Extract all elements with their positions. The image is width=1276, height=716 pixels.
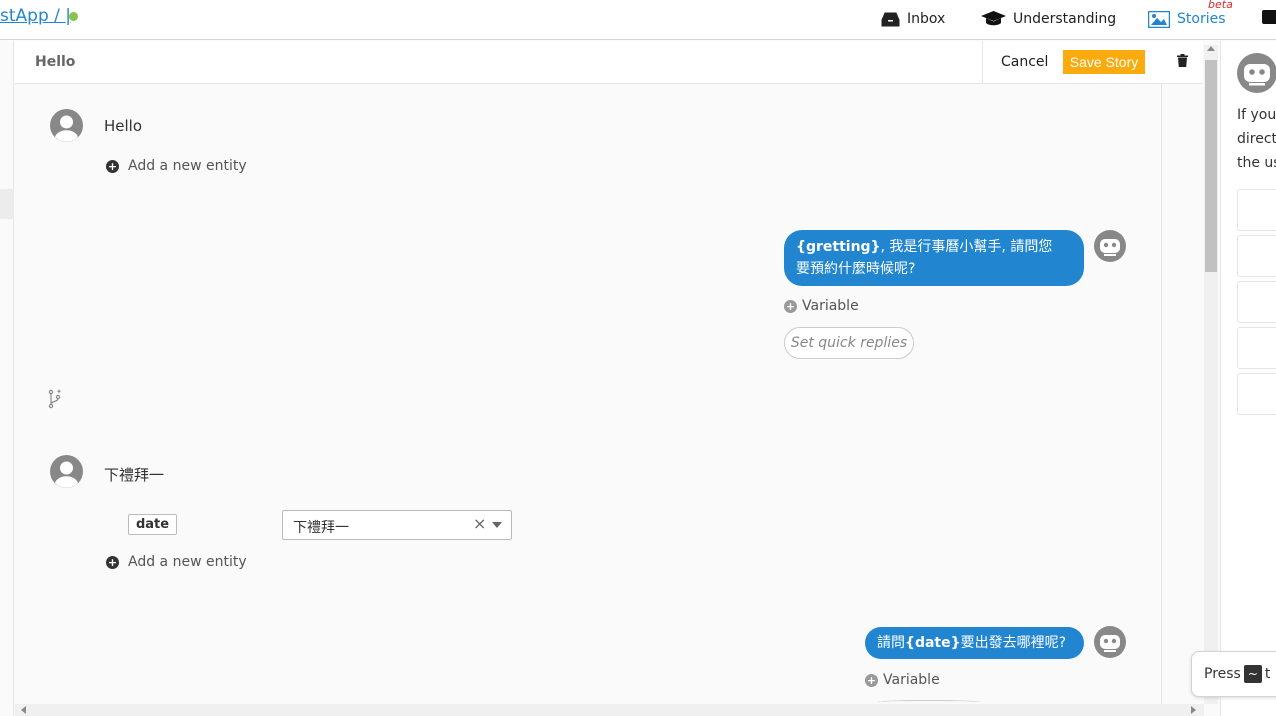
help-line: If your bbox=[1237, 107, 1276, 123]
scroll-right-icon[interactable] bbox=[1191, 706, 1196, 714]
nav-understanding[interactable]: Understanding bbox=[981, 8, 1116, 30]
bot-avatar-icon bbox=[1237, 53, 1276, 93]
plus-circle-icon: + bbox=[784, 299, 797, 313]
chevron-down-icon[interactable] bbox=[492, 522, 502, 528]
add-variable-button[interactable]: + Variable bbox=[784, 298, 859, 314]
variable-label: Variable bbox=[802, 298, 859, 314]
bot-avatar-icon bbox=[1094, 230, 1126, 262]
horizontal-scrollbar[interactable] bbox=[15, 704, 1204, 716]
bot-avatar-icon bbox=[1094, 626, 1126, 658]
entity-value-select[interactable]: 下禮拜一 × bbox=[282, 510, 512, 540]
add-variable-button[interactable]: + Variable bbox=[865, 672, 940, 688]
plus-circle-icon: + bbox=[865, 673, 878, 687]
branch-icon[interactable] bbox=[48, 389, 62, 409]
graduation-cap-icon bbox=[981, 11, 1006, 26]
vertical-scrollbar[interactable] bbox=[1204, 45, 1218, 704]
header-divider bbox=[982, 41, 983, 84]
add-entity-label: Add a new entity bbox=[128, 554, 247, 570]
add-entity-button[interactable]: + Add a new entity bbox=[106, 554, 247, 570]
user-avatar-icon bbox=[50, 109, 83, 142]
cancel-button[interactable]: Cancel bbox=[1001, 54, 1048, 70]
bot-message-bubble[interactable]: 請問{date}要出發去哪裡呢? bbox=[865, 627, 1084, 659]
clear-icon[interactable]: × bbox=[473, 514, 486, 533]
nav-extra-icon[interactable] bbox=[1262, 10, 1276, 24]
bot-message-text-line2: 要預約什麼時候呢? bbox=[796, 261, 916, 277]
entity-name-tag[interactable]: date bbox=[128, 514, 177, 535]
right-option-card[interactable] bbox=[1237, 281, 1276, 323]
right-help-text: If your direct the us bbox=[1237, 103, 1276, 175]
entity-value-text: 下禮拜一 bbox=[293, 520, 349, 536]
left-sidebar-selected-mark bbox=[0, 189, 14, 219]
scroll-left-icon[interactable] bbox=[21, 706, 26, 714]
story-title: Hello bbox=[35, 54, 76, 70]
help-line: the us bbox=[1237, 155, 1276, 171]
add-entity-button[interactable]: + Add a new entity bbox=[106, 158, 247, 174]
bot-message-variable: {date} bbox=[905, 635, 961, 651]
trash-icon[interactable] bbox=[1177, 54, 1188, 67]
bot-message-text: 請問 bbox=[877, 635, 905, 651]
right-option-card[interactable] bbox=[1237, 327, 1276, 369]
user-message-text[interactable]: Hello bbox=[104, 117, 142, 135]
hint-rest-text: t bbox=[1264, 666, 1271, 682]
user-avatar-icon bbox=[50, 455, 83, 488]
image-icon bbox=[1148, 10, 1170, 28]
keyboard-shortcut-hint[interactable]: Press ~ t bbox=[1191, 651, 1276, 697]
bot-message-text-suffix: 要出發去哪裡呢? bbox=[960, 635, 1067, 651]
variable-label: Variable bbox=[883, 672, 940, 688]
hint-press-text: Press bbox=[1204, 666, 1241, 682]
scroll-up-icon[interactable] bbox=[1207, 46, 1215, 51]
nav-stories-label: Stories bbox=[1177, 11, 1226, 27]
bot-message-bubble[interactable]: {gretting}, 我是行事曆小幫手, 請問您 要預約什麼時候呢? bbox=[784, 230, 1084, 286]
right-help-panel: If your direct the us bbox=[1220, 41, 1276, 716]
top-navigation-bar: stApp / | Inbox Understanding Stories be… bbox=[0, 0, 1276, 40]
left-sidebar-strip bbox=[0, 41, 14, 716]
plus-circle-icon: + bbox=[106, 159, 119, 173]
nav-inbox[interactable]: Inbox bbox=[881, 8, 945, 30]
add-entity-label: Add a new entity bbox=[128, 158, 247, 174]
help-line: direct bbox=[1237, 131, 1276, 147]
inbox-icon bbox=[881, 12, 900, 26]
tilde-key-badge: ~ bbox=[1243, 665, 1262, 683]
nav-understanding-label: Understanding bbox=[1013, 11, 1117, 27]
story-body: Hello + Add a new entity {gretting}, 我是行… bbox=[15, 84, 1162, 704]
right-option-card[interactable] bbox=[1237, 235, 1276, 277]
beta-badge: beta bbox=[1208, 0, 1233, 11]
bot-message-variable: {gretting} bbox=[796, 239, 881, 255]
story-header: Hello Cancel Save Story bbox=[15, 41, 1203, 84]
nav-stories[interactable]: Stories bbox=[1148, 8, 1226, 30]
bot-message-text: , 我是行事曆小幫手, 請問您 bbox=[880, 239, 1053, 255]
user-message-text[interactable]: 下禮拜一 bbox=[104, 464, 164, 485]
set-quick-replies-button[interactable]: Set quick replies bbox=[784, 327, 914, 359]
plus-circle-icon: + bbox=[106, 555, 119, 569]
status-dot bbox=[69, 12, 78, 21]
vertical-scrollbar-thumb[interactable] bbox=[1205, 60, 1217, 272]
right-option-card[interactable] bbox=[1237, 373, 1276, 415]
app-name-link[interactable]: stApp / | bbox=[0, 6, 71, 26]
nav-inbox-label: Inbox bbox=[907, 11, 946, 27]
right-option-card[interactable] bbox=[1237, 189, 1276, 231]
save-story-button[interactable]: Save Story bbox=[1063, 50, 1145, 74]
